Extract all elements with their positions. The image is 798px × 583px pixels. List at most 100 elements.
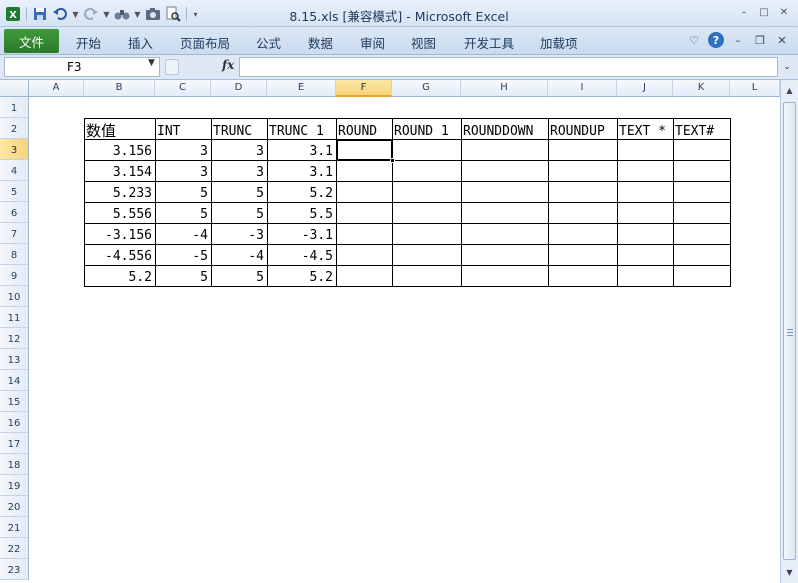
table-cell[interactable]: 3.156 [84, 140, 155, 161]
name-box[interactable]: F3 [4, 57, 160, 77]
minimize-ribbon-icon[interactable]: ♡ [686, 32, 702, 48]
row-header-7[interactable]: 7 [0, 223, 29, 244]
row-header-6[interactable]: 6 [0, 202, 29, 223]
table-header-cell[interactable]: ROUNDUP [548, 119, 617, 140]
active-cell-selection[interactable] [336, 139, 393, 161]
row-header-15[interactable]: 15 [0, 391, 29, 412]
tab-developer[interactable]: 开发工具 [464, 33, 514, 52]
row-header-20[interactable]: 20 [0, 496, 29, 517]
table-cell[interactable]: 5 [211, 182, 267, 203]
column-header-i[interactable]: I [548, 80, 617, 97]
maximize-icon[interactable]: □ [756, 5, 772, 19]
table-cell[interactable]: 5 [211, 266, 267, 287]
table-cell[interactable]: -4 [211, 245, 267, 266]
table-header-cell[interactable]: ROUND 1 [392, 119, 461, 140]
table-header-cell[interactable]: ROUND [336, 119, 392, 140]
table-cell[interactable]: 3 [211, 140, 267, 161]
minimize-icon[interactable]: – [736, 5, 752, 19]
column-header-g[interactable]: G [392, 80, 461, 97]
select-all-corner[interactable] [0, 80, 29, 97]
table-cell[interactable]: 5.556 [84, 203, 155, 224]
column-header-b[interactable]: B [84, 80, 155, 97]
help-icon[interactable]: ? [708, 32, 724, 48]
row-header-4[interactable]: 4 [0, 160, 29, 181]
table-header-cell[interactable]: TEXT# [673, 119, 730, 140]
table-header-cell[interactable]: ROUNDDOWN [461, 119, 548, 140]
row-header-3[interactable]: 3 [0, 139, 29, 160]
column-header-f[interactable]: F [336, 80, 392, 97]
row-header-22[interactable]: 22 [0, 538, 29, 559]
table-header-cell[interactable]: TRUNC 1 [267, 119, 336, 140]
table-cell[interactable]: 3 [155, 140, 211, 161]
tab-formulas[interactable]: 公式 [256, 33, 281, 52]
formula-bar-grip-icon[interactable] [165, 59, 179, 75]
close-icon[interactable]: ✕ [776, 5, 792, 19]
tab-view[interactable]: 视图 [411, 33, 436, 52]
column-header-j[interactable]: J [617, 80, 673, 97]
row-header-5[interactable]: 5 [0, 181, 29, 202]
row-header-19[interactable]: 19 [0, 475, 29, 496]
worksheet-grid[interactable]: A B C D E F G H I J K L 1 2 3 4 5 6 7 8 9 10 11 12 13 14 15 16 17 18 1… [0, 80, 780, 583]
tab-review[interactable]: 审阅 [360, 33, 385, 52]
scroll-thumb[interactable] [783, 102, 796, 560]
table-header-cell[interactable]: TEXT * [617, 119, 673, 140]
table-cell[interactable]: -3.1 [267, 224, 336, 245]
vertical-scrollbar[interactable]: ▲ ▼ [780, 80, 798, 583]
table-cell[interactable]: 5 [211, 203, 267, 224]
row-header-1[interactable]: 1 [0, 97, 29, 118]
row-header-10[interactable]: 10 [0, 286, 29, 307]
row-header-11[interactable]: 11 [0, 307, 29, 328]
workbook-minimize-icon[interactable]: – [730, 32, 746, 48]
table-header-cell[interactable]: 数值 [84, 119, 155, 140]
fill-handle[interactable] [390, 158, 395, 163]
scroll-up-icon[interactable]: ▲ [782, 82, 797, 98]
column-header-h[interactable]: H [461, 80, 548, 97]
table-cell[interactable]: 5.2 [267, 266, 336, 287]
table-cell[interactable]: 5.233 [84, 182, 155, 203]
table-cell[interactable]: -4 [155, 224, 211, 245]
table-cell[interactable]: -4.5 [267, 245, 336, 266]
column-header-k[interactable]: K [673, 80, 730, 97]
formula-input[interactable] [239, 57, 778, 77]
expand-formula-bar-icon[interactable]: ⌄ [780, 59, 794, 75]
table-cell[interactable]: 3.1 [267, 161, 336, 182]
table-cell[interactable]: 5 [155, 266, 211, 287]
column-header-d[interactable]: D [211, 80, 267, 97]
row-header-14[interactable]: 14 [0, 370, 29, 391]
tab-page-layout[interactable]: 页面布局 [180, 33, 230, 52]
tab-data[interactable]: 数据 [308, 33, 333, 52]
table-cell[interactable]: -5 [155, 245, 211, 266]
column-header-a[interactable]: A [29, 80, 84, 97]
workbook-close-icon[interactable]: ✕ [774, 32, 790, 48]
column-header-e[interactable]: E [267, 80, 336, 97]
row-header-17[interactable]: 17 [0, 433, 29, 454]
row-header-13[interactable]: 13 [0, 349, 29, 370]
table-cell[interactable]: -3 [211, 224, 267, 245]
row-header-18[interactable]: 18 [0, 454, 29, 475]
tab-home[interactable]: 开始 [76, 33, 101, 52]
name-box-dropdown-icon[interactable]: ▼ [148, 58, 155, 68]
row-header-9[interactable]: 9 [0, 265, 29, 286]
table-cell[interactable]: 5 [155, 182, 211, 203]
row-header-16[interactable]: 16 [0, 412, 29, 433]
scroll-down-icon[interactable]: ▼ [782, 564, 797, 580]
tab-file[interactable]: 文件 [4, 29, 59, 53]
tab-insert[interactable]: 插入 [128, 33, 153, 52]
table-header-cell[interactable]: INT [155, 119, 211, 140]
insert-function-icon[interactable]: fx [222, 58, 234, 72]
table-cell[interactable]: -4.556 [84, 245, 155, 266]
tab-addins[interactable]: 加载项 [540, 33, 578, 52]
row-header-8[interactable]: 8 [0, 244, 29, 265]
column-header-l[interactable]: L [730, 80, 780, 97]
table-cell[interactable]: 5.2 [267, 182, 336, 203]
table-cell[interactable]: 3 [211, 161, 267, 182]
table-cell[interactable]: 3 [155, 161, 211, 182]
column-header-c[interactable]: C [155, 80, 211, 97]
table-cell[interactable]: 3.154 [84, 161, 155, 182]
table-cell[interactable]: 3.1 [267, 140, 336, 161]
row-header-21[interactable]: 21 [0, 517, 29, 538]
table-cell[interactable]: 5.5 [267, 203, 336, 224]
row-header-23[interactable]: 23 [0, 559, 29, 580]
row-header-2[interactable]: 2 [0, 118, 29, 139]
row-header-12[interactable]: 12 [0, 328, 29, 349]
